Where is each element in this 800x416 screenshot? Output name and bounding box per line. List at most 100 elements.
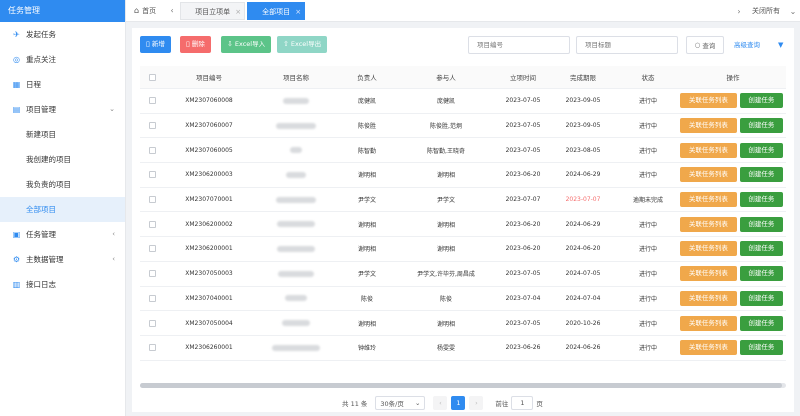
sidebar-subitem-new-project[interactable]: 新建项目 — [0, 122, 125, 147]
redacted-text — [283, 97, 309, 104]
table-row[interactable]: XM2307060008 庞健凯 庞健凯 2023-07-05 2023-09-05 进行… — [140, 89, 786, 114]
task-icon: ▣ — [12, 230, 21, 239]
table-row[interactable]: XM2307060005 陈智勤 陈智勤,王晓奇 2023-07-05 2023-08-… — [140, 138, 786, 164]
related-tasks-button[interactable]: 关联任务列表 — [680, 340, 737, 356]
sidebar-item-api-log[interactable]: ▥ 接口日志 — [0, 272, 125, 297]
create-task-button[interactable]: 创建任务 — [739, 340, 783, 356]
sidebar-subitem-my-responsible[interactable]: 我负责的项目 — [0, 172, 125, 197]
table-row[interactable]: XM2306200003 谢明相 谢明相 2023-06-20 2024-06-29 进行… — [140, 163, 786, 188]
related-tasks-button[interactable]: 关联任务列表 — [680, 192, 737, 208]
tab-label: 全部项目 — [262, 7, 291, 16]
sidebar-item-task-management[interactable]: ▣ 任务管理 ‹ — [0, 222, 125, 247]
row-checkbox[interactable] — [148, 220, 156, 228]
prev-page-button[interactable]: ‹ — [433, 396, 448, 410]
related-tasks-button[interactable]: 关联任务列表 — [680, 290, 737, 306]
create-task-button[interactable]: 创建任务 — [739, 192, 783, 208]
row-checkbox[interactable] — [148, 171, 156, 179]
close-all-tabs-button[interactable]: 关闭所有 — [746, 6, 786, 16]
add-button[interactable]: ▯ 新增 — [140, 36, 171, 53]
related-tasks-button[interactable]: 关联任务列表 — [680, 142, 737, 158]
project-start-date: 2023-06-20 — [505, 171, 541, 179]
tab-home[interactable]: ⌂ 首页 — [126, 0, 164, 22]
sidebar-subitem-all-projects[interactable]: 全部项目 — [0, 197, 125, 222]
related-tasks-button[interactable]: 关联任务列表 — [680, 315, 737, 331]
table-row[interactable]: XM2307050003 尹学文 尹学文,许毕芬,周昌成 2023-07-05 2024… — [140, 262, 786, 287]
related-tasks-button[interactable]: 关联任务列表 — [680, 216, 737, 232]
row-checkbox[interactable] — [148, 344, 156, 352]
create-task-button[interactable]: 创建任务 — [739, 142, 783, 158]
sidebar-item-focus[interactable]: ◎ 重点关注 — [0, 47, 125, 72]
project-due-date: 2024-07-05 — [565, 270, 601, 278]
table-row[interactable]: XM2307070001 尹学文 尹学文 2023-07-07 2023-07-07 逾期… — [140, 188, 786, 213]
create-task-button[interactable]: 创建任务 — [739, 241, 783, 257]
tabs-scroll-right-icon[interactable]: › — [732, 7, 746, 16]
project-icon: ▤ — [12, 105, 21, 114]
project-start-date: 2023-07-05 — [505, 97, 541, 105]
row-checkbox[interactable] — [148, 319, 156, 327]
table-row[interactable]: XM2306200002 谢明相 谢明相 2023-06-20 2024-06-29 进行… — [140, 212, 786, 238]
related-tasks-button[interactable]: 关联任务列表 — [680, 167, 737, 183]
table-row[interactable]: XM2306260001 钟维玲 杨雯雯 2023-06-26 2024-06-26 进行… — [140, 336, 786, 361]
tab-all-projects[interactable]: 全部项目 × — [247, 1, 306, 21]
page-size-select[interactable]: 30条/页 ⌄ — [375, 396, 426, 410]
row-checkbox[interactable] — [148, 294, 156, 302]
create-task-button[interactable]: 创建任务 — [739, 290, 783, 306]
create-task-button[interactable]: 创建任务 — [739, 93, 783, 109]
sidebar-item-master-data[interactable]: ⚙ 主数据管理 ‹ — [0, 247, 125, 272]
chevron-down-icon[interactable]: ⌄ — [786, 7, 800, 16]
sidebar-item-launch-task[interactable]: ✈ 发起任务 — [0, 22, 125, 47]
project-due-date: 2023-07-07 — [565, 196, 601, 204]
sidebar-subitem-my-created[interactable]: 我创建的项目 — [0, 147, 125, 172]
project-name-redacted — [254, 311, 338, 335]
table-row[interactable]: XM2307050004 谢明相 谢明相 2023-07-05 2020-10-26 进行… — [140, 311, 786, 336]
project-owner: 谢明相 — [357, 320, 376, 328]
project-participants: 陈智勤,王晓奇 — [427, 147, 465, 155]
project-participants: 谢明相 — [436, 172, 455, 180]
table-row[interactable]: XM2306200001 谢明相 谢明相 2023-06-20 2024-06-20 进行… — [140, 237, 786, 262]
related-tasks-button[interactable]: 关联任务列表 — [680, 118, 737, 134]
project-due-date: 2024-06-20 — [565, 245, 601, 253]
row-checkbox[interactable] — [148, 245, 156, 253]
row-checkbox[interactable] — [148, 122, 156, 130]
create-task-button[interactable]: 创建任务 — [739, 167, 783, 183]
table-row[interactable]: XM2307060007 陈俊胜 陈俊胜,范炯 2023-07-05 2023-09-0… — [140, 114, 786, 139]
scrollbar-thumb[interactable] — [140, 383, 782, 388]
header-code: 项目编号 — [196, 74, 222, 82]
excel-import-button[interactable]: ⇩ Excel导入 — [221, 36, 272, 53]
project-start-date: 2023-07-05 — [505, 270, 541, 278]
close-icon[interactable]: × — [235, 3, 241, 21]
related-tasks-button[interactable]: 关联任务列表 — [680, 93, 737, 109]
excel-export-button[interactable]: ⇧ Excel导出 — [277, 36, 328, 53]
create-task-button[interactable]: 创建任务 — [739, 118, 783, 134]
file-icon: ▯ — [146, 40, 150, 48]
project-code: XM2307070001 — [185, 196, 233, 204]
advanced-query-link[interactable]: 高级查询 — [734, 36, 760, 54]
create-task-button[interactable]: 创建任务 — [739, 266, 783, 282]
project-title-input[interactable] — [576, 36, 678, 54]
row-checkbox[interactable] — [148, 97, 156, 105]
close-icon[interactable]: × — [295, 3, 301, 21]
tab-project-approval[interactable]: 项目立项单 × — [180, 1, 246, 21]
create-task-button[interactable]: 创建任务 — [739, 315, 783, 331]
horizontal-scrollbar[interactable] — [140, 383, 786, 388]
select-all-checkbox[interactable] — [148, 73, 156, 81]
sidebar-item-schedule[interactable]: ▦ 日程 — [0, 72, 125, 97]
create-task-button[interactable]: 创建任务 — [739, 216, 783, 232]
page-number[interactable]: 1 — [451, 396, 466, 410]
table-row[interactable]: XM2307040001 陈俊 陈俊 2023-07-04 2024-07-04 进行中 关… — [140, 287, 786, 312]
delete-button[interactable]: ▯ 删除 — [180, 36, 211, 53]
project-code: XM2306260001 — [185, 344, 233, 352]
row-checkbox[interactable] — [148, 196, 156, 204]
toolbar: ▯ 新增 ▯ 删除 ⇩ Excel导入 ⇧ Excel导出 ○ 查询 高级查询 … — [140, 36, 786, 54]
related-tasks-button[interactable]: 关联任务列表 — [680, 266, 737, 282]
tabs-scroll-left-icon[interactable]: ‹ — [164, 6, 180, 15]
next-page-button[interactable]: › — [469, 396, 484, 410]
sidebar-item-project-management[interactable]: ▤ 项目管理 ⌄ — [0, 97, 125, 122]
related-tasks-button[interactable]: 关联任务列表 — [680, 241, 737, 257]
project-code-input[interactable] — [468, 36, 570, 54]
filter-icon[interactable]: ▼ — [778, 36, 783, 54]
row-checkbox[interactable] — [148, 270, 156, 278]
query-button[interactable]: ○ 查询 — [686, 36, 724, 54]
goto-page-input[interactable]: 1 — [511, 396, 534, 410]
row-checkbox[interactable] — [148, 146, 156, 154]
